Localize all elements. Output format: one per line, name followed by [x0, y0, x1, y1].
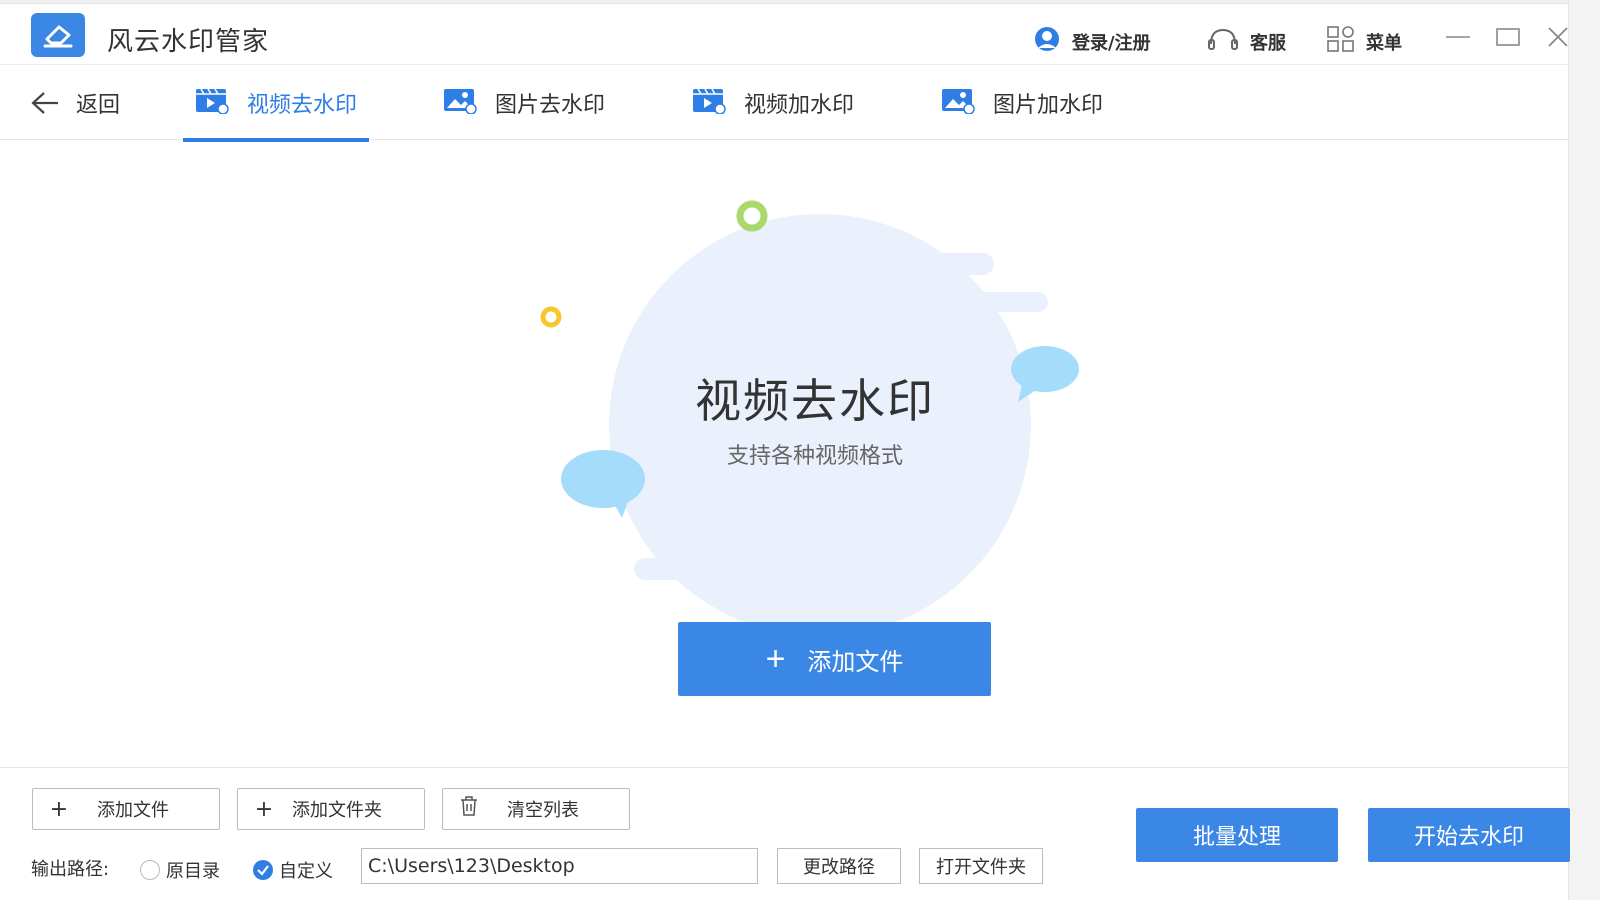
title-bar: 风云水印管家 登录/注册 客服: [0, 4, 1568, 64]
minimize-button[interactable]: [1445, 24, 1471, 50]
drop-area[interactable]: 视频去水印 支持各种视频格式 + 添加文件: [0, 140, 1568, 755]
arrow-left-icon: [30, 90, 60, 116]
radio-custom-dir[interactable]: 自定义: [253, 857, 333, 883]
menu-button[interactable]: 菜单: [1326, 26, 1402, 57]
function-tabs: 返回 视频去水印: [0, 64, 1568, 140]
tab-image-remove[interactable]: 图片去水印: [443, 65, 605, 141]
hero-title: 视频去水印: [600, 365, 1030, 431]
grid-icon: [1326, 26, 1356, 57]
customer-service-button[interactable]: 客服: [1206, 26, 1286, 57]
maximize-icon: [1495, 24, 1521, 50]
login-label: 登录/注册: [1072, 29, 1151, 55]
tab-image-add[interactable]: 图片加水印: [941, 65, 1103, 141]
clear-list-label: 清空列表: [507, 796, 579, 822]
add-file-label: 添加文件: [97, 796, 169, 822]
add-file-main-label: 添加文件: [807, 642, 903, 677]
tab-label: 图片去水印: [495, 87, 605, 119]
output-path-input[interactable]: [361, 848, 758, 884]
back-label: 返回: [76, 87, 120, 119]
radio-unchecked-icon: [140, 860, 160, 880]
app-title: 风云水印管家: [107, 21, 269, 58]
tab-label: 图片加水印: [993, 87, 1103, 119]
close-button[interactable]: [1545, 24, 1571, 50]
radio-original-label: 原目录: [166, 857, 220, 883]
maximize-button[interactable]: [1495, 24, 1521, 50]
add-folder-button[interactable]: + 添加文件夹: [237, 788, 425, 830]
batch-process-button[interactable]: 批量处理: [1136, 808, 1338, 862]
start-remove-watermark-button[interactable]: 开始去水印: [1368, 808, 1570, 862]
image-icon: [443, 86, 477, 120]
add-folder-label: 添加文件夹: [292, 796, 382, 822]
window-edge: [1568, 0, 1600, 900]
menu-label: 菜单: [1366, 29, 1402, 55]
image-icon: [941, 86, 975, 120]
radio-custom-label: 自定义: [279, 857, 333, 883]
plus-icon: +: [47, 797, 71, 822]
login-button[interactable]: 登录/注册: [1032, 26, 1151, 57]
user-icon: [1032, 26, 1062, 57]
open-folder-button[interactable]: 打开文件夹: [919, 848, 1043, 884]
output-path-label: 输出路径:: [31, 855, 109, 881]
eraser-icon: [31, 13, 85, 57]
service-label: 客服: [1250, 29, 1286, 55]
headset-icon: [1206, 26, 1240, 57]
add-file-main-button[interactable]: + 添加文件: [678, 622, 991, 696]
tab-video-add[interactable]: 视频加水印: [692, 65, 854, 141]
app-window: 风云水印管家 登录/注册 客服: [0, 0, 1600, 900]
radio-checked-icon: [253, 860, 273, 880]
minimize-icon: [1445, 24, 1471, 50]
radio-original-dir[interactable]: 原目录: [140, 857, 220, 883]
back-button[interactable]: 返回: [30, 87, 120, 119]
tab-label: 视频加水印: [744, 87, 854, 119]
change-path-button[interactable]: 更改路径: [777, 848, 901, 884]
bottom-toolbar: + 添加文件 + 添加文件夹 清空列表 输出路径: 原目录 自定义: [0, 767, 1568, 900]
hero-subtitle: 支持各种视频格式: [600, 438, 1030, 470]
video-icon: [195, 86, 229, 120]
clear-list-button[interactable]: 清空列表: [442, 788, 630, 830]
close-icon: [1545, 24, 1571, 50]
tab-label: 视频去水印: [247, 87, 357, 119]
tab-video-remove[interactable]: 视频去水印: [183, 65, 369, 141]
plus-icon: +: [252, 797, 276, 822]
add-file-button[interactable]: + 添加文件: [32, 788, 220, 830]
plus-icon: +: [766, 642, 786, 676]
trash-icon: [457, 796, 481, 822]
video-icon: [692, 86, 726, 120]
